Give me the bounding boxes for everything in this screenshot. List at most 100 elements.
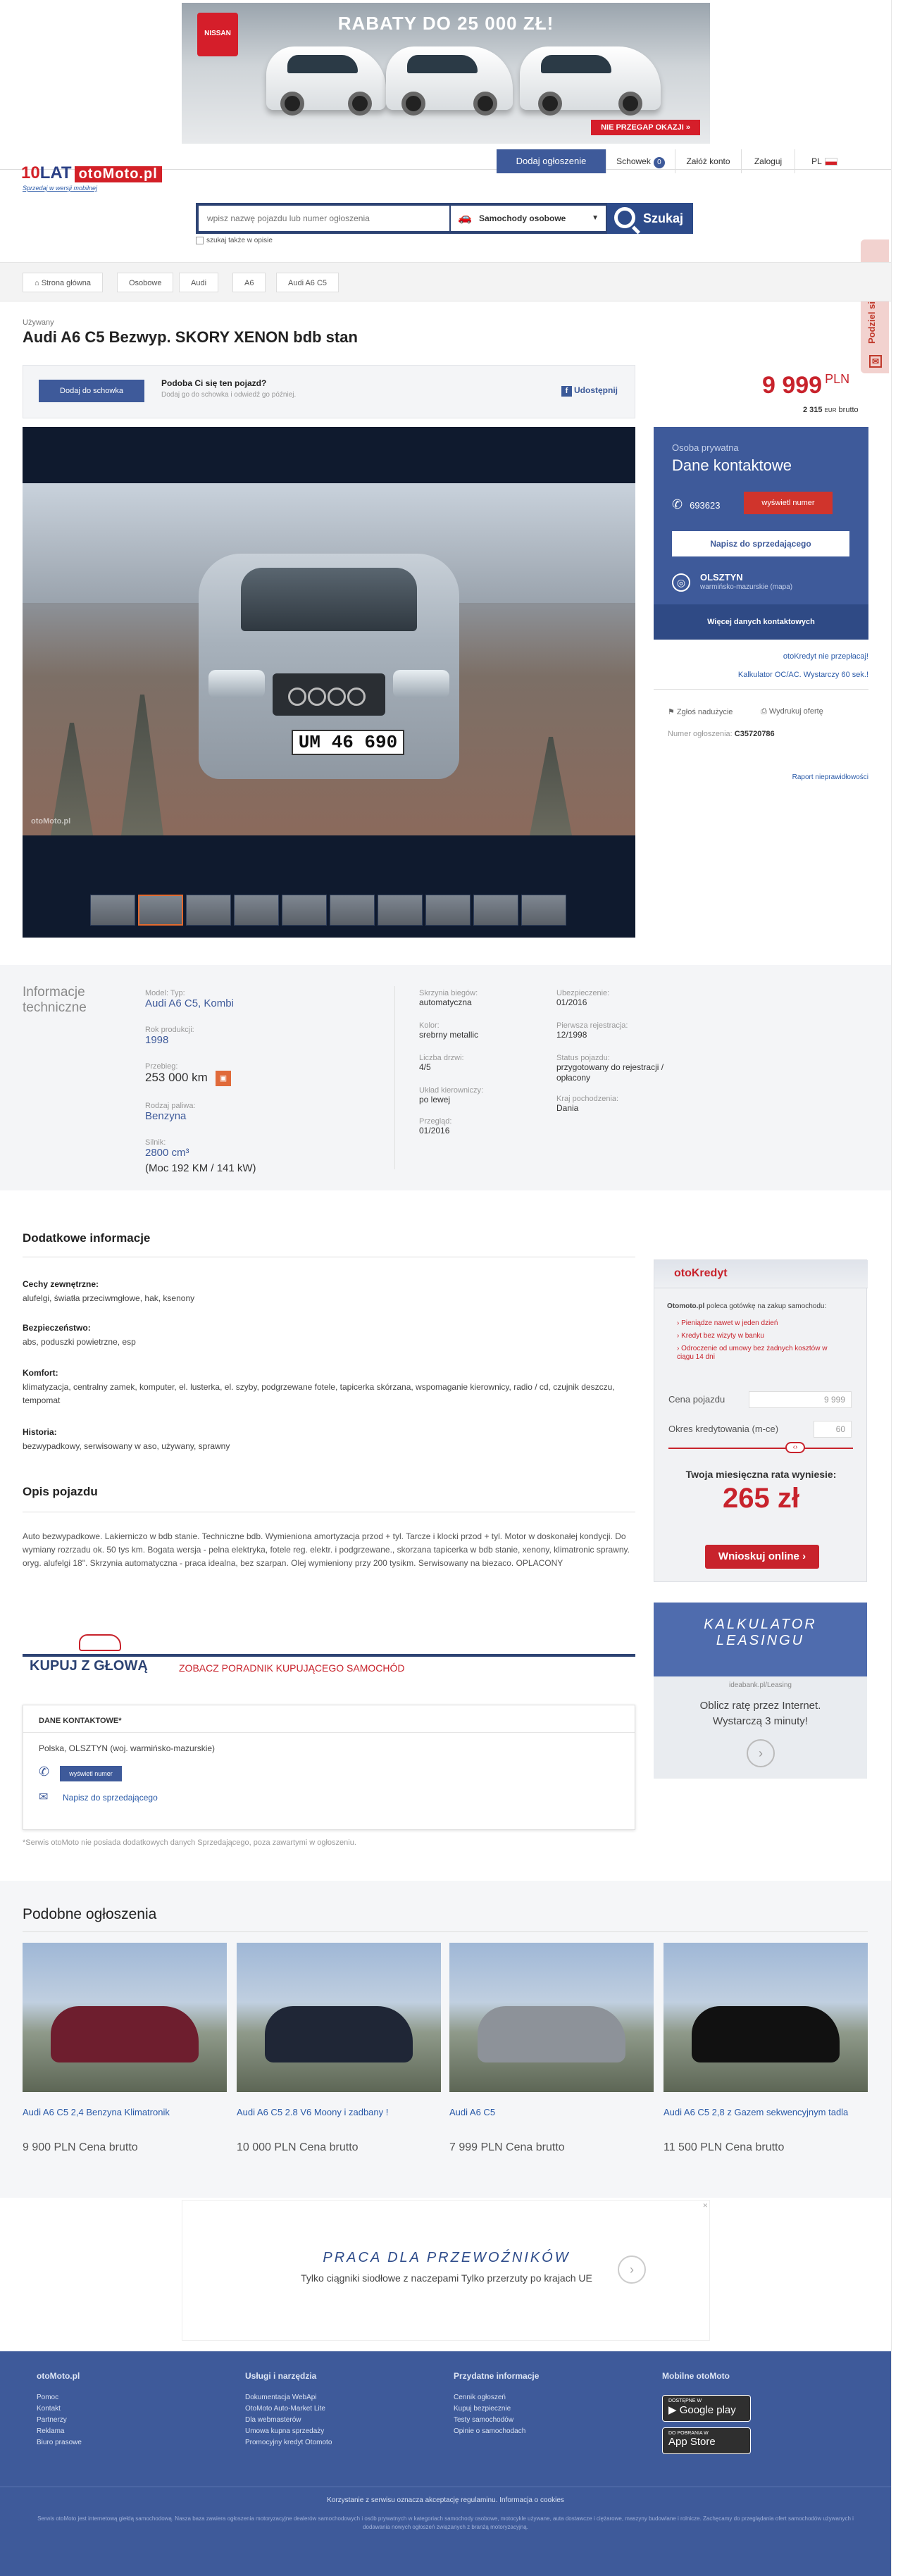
write-to-seller-button[interactable]: Napisz do sprzedającego xyxy=(672,531,849,556)
google-play-label: ▶ Google play xyxy=(668,2403,745,2416)
contact-box: Osoba prywatna Dane kontaktowe ✆ 693623 w… xyxy=(654,427,868,640)
credit-price-input[interactable]: 9 999 xyxy=(749,1391,852,1408)
footer-link[interactable]: OtoMoto Auto-Market Lite xyxy=(245,2403,332,2415)
similar-listing-card[interactable]: Audi A6 C5 2,4 Benzyna Klimatronik 9 900… xyxy=(23,1943,227,2154)
category-select[interactable]: 🚗 Samochody osobowe ▼ xyxy=(451,206,606,231)
more-contact-data-button[interactable]: Więcej danych kontaktowych xyxy=(654,604,868,640)
login-link[interactable]: Zaloguj xyxy=(741,149,795,173)
spec-label: Model: Typ: xyxy=(145,989,185,997)
similar-listing-card[interactable]: Audi A6 C5 2.8 V6 Moony i zadbany ! 10 0… xyxy=(237,1943,441,2154)
thumbnail[interactable] xyxy=(234,895,279,926)
language-select[interactable]: PL xyxy=(795,149,854,173)
mileage-report-icon[interactable]: ▣ xyxy=(216,1071,231,1086)
column-divider xyxy=(394,986,395,1169)
mobile-tagline-link[interactable]: Sprzedaj w wersji mobilnej xyxy=(23,185,97,192)
clipboard-link[interactable]: Schowek 0 xyxy=(606,149,675,173)
buyer-guide-banner[interactable]: KUPUJ Z GŁOWĄ ZOBACZ PORADNIK KUPUJĄCEGO… xyxy=(23,1634,635,1676)
footer-link[interactable]: Reklama xyxy=(37,2426,82,2437)
slider-handle[interactable]: ‹› xyxy=(785,1442,805,1453)
google-play-button[interactable]: DOSTĘPNE W ▶ Google play xyxy=(662,2395,751,2422)
footer-heading: Mobilne otoMoto xyxy=(662,2371,730,2381)
breadcrumb-home[interactable]: ⌂ Strona główna xyxy=(23,273,104,292)
add-listing-button[interactable]: Dodaj ogłoszenie xyxy=(497,149,606,173)
credit-period-input[interactable]: 60 xyxy=(814,1421,852,1438)
spec-model-link[interactable]: Audi A6 C5, Kombi xyxy=(145,997,234,1009)
footer-link[interactable]: Pomoc xyxy=(37,2392,82,2403)
thumbnail[interactable] xyxy=(90,895,135,926)
footer-link[interactable]: Testy samochodów xyxy=(454,2415,525,2426)
show-number-button[interactable]: wyświetl numer xyxy=(744,492,833,514)
breadcrumb-item[interactable]: A6 xyxy=(232,273,266,292)
footer-link[interactable]: Biuro prasowe xyxy=(37,2437,82,2449)
chevron-right-icon[interactable]: › xyxy=(618,2255,646,2284)
contact-disclaimer: *Serwis otoMoto nie posiada dodatkowych … xyxy=(23,1838,356,1847)
oc-calculator-link[interactable]: Kalkulator OC/AC. Wystarczy 60 sek.! xyxy=(654,671,868,679)
bottom-ad-banner[interactable]: PRACA DLA PRZEWOŹNIKÓW Tylko ciągniki si… xyxy=(182,2200,710,2341)
print-offer-link[interactable]: ⎙ Wydrukuj ofertę xyxy=(761,707,823,716)
credit-period-slider[interactable] xyxy=(668,1448,853,1449)
main-photo[interactable]: UM 46 690 otoMoto.pl xyxy=(23,483,635,835)
seller-region-map-link[interactable]: warmińsko-mazurskie (mapa) xyxy=(700,583,792,591)
credit-bullet-text: Odroczenie od umowy bez żadnych kosztów … xyxy=(677,1345,828,1361)
thumbnail[interactable] xyxy=(330,895,375,926)
checkbox-icon xyxy=(196,237,204,244)
app-store-button[interactable]: DO POBRANIA W App Store xyxy=(662,2427,751,2454)
site-logo[interactable]: 10LAT otoMoto.pl xyxy=(21,163,162,183)
envelope-icon: ✉ xyxy=(39,1791,49,1803)
ad-cta-button[interactable]: NIE PRZEGAP OKAZJI » xyxy=(591,120,700,135)
banner-line xyxy=(23,1654,635,1657)
search-button[interactable]: Szukaj xyxy=(607,203,693,234)
thumbnail[interactable] xyxy=(378,895,423,926)
ad-close-icon[interactable]: ✕ xyxy=(702,2202,708,2210)
terms-notice[interactable]: Korzystanie z serwisu oznacza akceptację… xyxy=(0,2496,891,2504)
search-input[interactable] xyxy=(199,206,449,231)
home-icon: ⌂ xyxy=(35,279,42,287)
spec-label: Skrzynia biegów: xyxy=(419,989,478,997)
leasing-ad[interactable]: KALKULATOR LEASINGU ideabank.pl/Leasing O… xyxy=(654,1603,867,1779)
breadcrumb-item[interactable]: Osobowe xyxy=(117,273,174,292)
chevron-right-icon[interactable]: › xyxy=(747,1739,775,1767)
add-to-clipboard-button[interactable]: Dodaj do schowka xyxy=(39,380,144,402)
similar-listing-title[interactable]: Audi A6 C5 2,4 Benzyna Klimatronik xyxy=(23,2106,227,2134)
search-description-checkbox[interactable]: szukaj także w opisie xyxy=(196,237,273,244)
feedback-side-tab[interactable]: Podziel się opinią ✉ xyxy=(861,239,889,373)
footer-link[interactable]: Cennik ogłoszeń xyxy=(454,2392,525,2403)
phone-prefix: 693623 xyxy=(690,500,721,511)
thumbnail-selected[interactable] xyxy=(138,895,183,926)
facebook-share-button[interactable]: f Udostępnij xyxy=(561,385,618,397)
thumbnail[interactable] xyxy=(521,895,566,926)
footer-link[interactable]: Dokumentacja WebApi xyxy=(245,2392,332,2403)
similar-listing-title[interactable]: Audi A6 C5 xyxy=(449,2106,654,2134)
breadcrumb-item[interactable]: Audi xyxy=(179,273,219,292)
footer-legal-text: Serwis otoMoto jest internetową giełdą s… xyxy=(37,2515,854,2530)
similar-listing-title[interactable]: Audi A6 C5 2,8 z Gazem sekwencyjnym tadl… xyxy=(664,2106,868,2134)
otokredyt-link[interactable]: otoKredyt nie przepłacaj! xyxy=(654,652,868,661)
thumbnail[interactable] xyxy=(282,895,327,926)
footer-link[interactable]: Kupuj bezpiecznie xyxy=(454,2403,525,2415)
report-abuse-link[interactable]: ⚑ Zgłoś nadużycie xyxy=(668,707,733,716)
footer-link[interactable]: Dla webmasterów xyxy=(245,2415,332,2426)
thumbnail[interactable] xyxy=(425,895,471,926)
tech-heading: Informacje techniczne xyxy=(23,985,87,1016)
phone-icon: ✆ xyxy=(672,497,683,511)
show-number-button[interactable]: wyświetl numer xyxy=(60,1766,122,1781)
thumbnail[interactable] xyxy=(186,895,231,926)
car-image xyxy=(265,2006,413,2062)
breadcrumb-item[interactable]: Audi A6 C5 xyxy=(276,273,339,292)
report-bug-link[interactable]: Raport nieprawidłowości xyxy=(654,773,868,781)
similar-listing-title[interactable]: Audi A6 C5 2.8 V6 Moony i zadbany ! xyxy=(237,2106,441,2134)
footer-link[interactable]: Kontakt xyxy=(37,2403,82,2415)
apply-online-button[interactable]: Wnioskuj online › xyxy=(705,1545,819,1569)
footer-link[interactable]: Promocyjny kredyt Otomoto xyxy=(245,2437,332,2449)
thumbnail[interactable] xyxy=(473,895,518,926)
similar-listing-card[interactable]: Audi A6 C5 7 999 PLN Cena brutto xyxy=(449,1943,654,2154)
contact-location: Polska, OLSZTYN (woj. warmińsko-mazurski… xyxy=(39,1743,216,1753)
footer-link[interactable]: Partnerzy xyxy=(37,2415,82,2426)
write-to-seller-link[interactable]: Napisz do sprzedającego xyxy=(63,1793,158,1803)
footer-heading: Przydatne informacje xyxy=(454,2371,540,2381)
footer-link[interactable]: Umowa kupna sprzedaży xyxy=(245,2426,332,2437)
similar-listing-card[interactable]: Audi A6 C5 2,8 z Gazem sekwencyjnym tadl… xyxy=(664,1943,868,2154)
register-link[interactable]: Załóż konto xyxy=(675,149,741,173)
footer-link[interactable]: Opinie o samochodach xyxy=(454,2426,525,2437)
top-ad-banner[interactable]: NISSAN RABATY DO 25 000 ZŁ! NIE PRZEGAP … xyxy=(182,3,710,144)
